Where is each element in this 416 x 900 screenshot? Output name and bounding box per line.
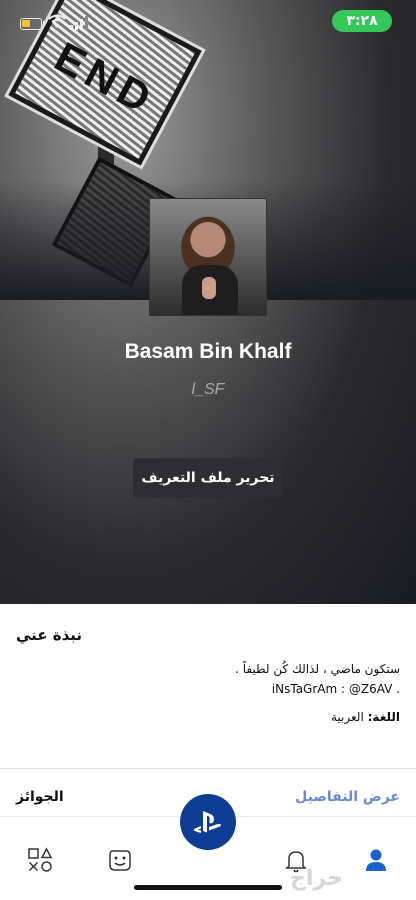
playstation-home-button[interactable] — [180, 794, 236, 850]
playstation-logo-icon — [193, 811, 221, 833]
bio-line-2: iNsTaGrAm : @Z6AV . — [271, 682, 400, 696]
watermark: حراج — [290, 866, 343, 891]
trophies-title: الجوائز — [16, 789, 64, 805]
view-details-link[interactable]: عرض التفاصيل — [295, 789, 400, 805]
home-indicator — [134, 885, 282, 890]
avatar[interactable] — [149, 198, 267, 316]
wifi-icon — [48, 14, 66, 28]
person-icon[interactable] — [362, 846, 390, 874]
profile-handle: l_SF — [191, 381, 225, 398]
about-title: نبذة عني — [16, 626, 83, 644]
cellular-signal-icon — [70, 16, 88, 30]
ps-shapes-icon[interactable] — [26, 846, 54, 874]
language-value: العربية — [331, 710, 364, 724]
friends-face-icon[interactable] — [106, 846, 134, 874]
bio-line-1: ستكون ماضي ، لذالك كُن لطيفاً . — [235, 662, 400, 676]
status-time: ٣:٢٨ — [332, 10, 392, 32]
edit-profile-button[interactable]: تحرير ملف التعريف — [133, 458, 283, 498]
divider — [0, 768, 416, 769]
bio-text: ستكون ماضي ، لذالك كُن لطيفاً . iNsTaGrA… — [20, 659, 400, 699]
profile-name: Basam Bin Khalf — [124, 340, 292, 363]
status-bar: ٣:٢٨ — [0, 0, 416, 44]
battery-icon — [20, 18, 42, 30]
language-row: اللغة: العربية — [331, 710, 400, 724]
language-label: اللغة: — [367, 710, 400, 724]
